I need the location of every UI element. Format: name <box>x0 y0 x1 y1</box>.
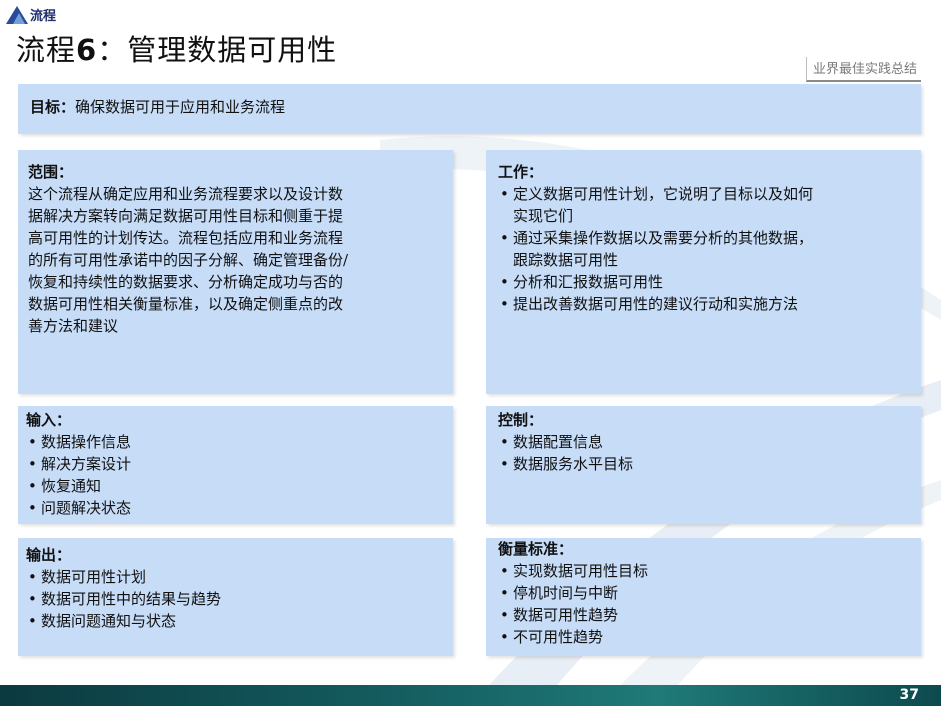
measures-list: 实现数据可用性目标 停机时间与中断 数据可用性趋势 不可用性趋势 <box>498 560 909 648</box>
outputs-heading: 输出： <box>26 546 72 564</box>
work-item: 定义数据可用性计划，它说明了目标以及如何 实现它们 <box>498 183 909 227</box>
control-item: 数据服务水平目标 <box>498 453 909 475</box>
goal-box: 目标：确保数据可用于应用和业务流程 <box>18 84 921 134</box>
work-item-line: 跟踪数据可用性 <box>513 251 619 269</box>
measures-item: 停机时间与中断 <box>498 582 909 604</box>
title-prefix: 流程 <box>16 33 77 67</box>
goal-text: 确保数据可用于应用和业务流程 <box>75 98 286 116</box>
control-box: 控制： 数据配置信息 数据服务水平目标 <box>486 406 921 524</box>
scope-line: 数据可用性相关衡量标准，以及确定侧重点的改 <box>28 295 344 313</box>
inputs-heading: 输入： <box>26 411 72 429</box>
measures-item: 实现数据可用性目标 <box>498 560 909 582</box>
work-item-line: 实现它们 <box>513 207 574 225</box>
work-list: 定义数据可用性计划，它说明了目标以及如何 实现它们 通过采集操作数据以及需要分析… <box>498 183 909 315</box>
scope-line: 的所有可用性承诺中的因子分解、确定管理备份/ <box>28 251 349 269</box>
scope-line: 恢复和持续性的数据要求、分析确定成功与否的 <box>28 273 344 291</box>
outputs-list: 数据可用性计划 数据可用性中的结果与趋势 数据问题通知与状态 <box>26 566 445 632</box>
scope-line: 善方法和建议 <box>28 317 119 335</box>
work-item-line: 通过采集操作数据以及需要分析的其他数据， <box>513 229 814 247</box>
best-practice-badge: 业界最佳实践总结 <box>805 57 921 82</box>
inputs-list: 数据操作信息 解决方案设计 恢复通知 问题解决状态 <box>26 431 445 519</box>
triangle-logo-icon <box>6 5 28 24</box>
outputs-item: 数据问题通知与状态 <box>26 610 445 632</box>
inputs-box: 输入： 数据操作信息 解决方案设计 恢复通知 问题解决状态 <box>18 406 453 524</box>
title-number: 6 <box>76 33 98 67</box>
work-heading: 工作： <box>498 163 544 181</box>
measures-heading: 衡量标准： <box>498 540 574 558</box>
goal-label: 目标： <box>30 98 76 116</box>
title-suffix: ：管理数据可用性 <box>97 33 338 67</box>
measures-item: 数据可用性趋势 <box>498 604 909 626</box>
page-title: 流程6：管理数据可用性 <box>16 27 337 69</box>
scope-line: 高可用性的计划传达。流程包括应用和业务流程 <box>28 229 344 247</box>
logo-text: 流程 <box>30 9 57 24</box>
control-heading: 控制： <box>498 411 544 429</box>
work-item: 通过采集操作数据以及需要分析的其他数据， 跟踪数据可用性 <box>498 227 909 271</box>
inputs-item: 问题解决状态 <box>26 497 445 519</box>
work-item-line: 定义数据可用性计划，它说明了目标以及如何 <box>513 185 814 203</box>
measures-box: 衡量标准： 实现数据可用性目标 停机时间与中断 数据可用性趋势 不可用性趋势 <box>486 538 921 656</box>
control-list: 数据配置信息 数据服务水平目标 <box>498 431 909 475</box>
scope-heading: 范围： <box>28 163 74 181</box>
footer-bar: 37 <box>0 685 941 706</box>
work-item-line: 分析和汇报数据可用性 <box>513 273 664 291</box>
outputs-box: 输出： 数据可用性计划 数据可用性中的结果与趋势 数据问题通知与状态 <box>18 538 453 656</box>
inputs-item: 恢复通知 <box>26 475 445 497</box>
work-box: 工作： 定义数据可用性计划，它说明了目标以及如何 实现它们 通过采集操作数据以及… <box>486 150 921 394</box>
scope-line: 据解决方案转向满足数据可用性目标和侧重于提 <box>28 207 344 225</box>
scope-line: 这个流程从确定应用和业务流程要求以及设计数 <box>28 185 344 203</box>
page-number: 37 <box>899 687 919 703</box>
control-item: 数据配置信息 <box>498 431 909 453</box>
inputs-item: 解决方案设计 <box>26 453 445 475</box>
work-item-line: 提出改善数据可用性的建议行动和实施方法 <box>513 295 799 313</box>
work-item: 分析和汇报数据可用性 <box>498 271 909 293</box>
scope-box: 范围： 这个流程从确定应用和业务流程要求以及设计数 据解决方案转向满足数据可用性… <box>18 150 453 394</box>
logo: 流程 <box>6 5 56 24</box>
outputs-item: 数据可用性计划 <box>26 566 445 588</box>
inputs-item: 数据操作信息 <box>26 431 445 453</box>
work-item: 提出改善数据可用性的建议行动和实施方法 <box>498 293 909 315</box>
measures-item: 不可用性趋势 <box>498 626 909 648</box>
outputs-item: 数据可用性中的结果与趋势 <box>26 588 445 610</box>
